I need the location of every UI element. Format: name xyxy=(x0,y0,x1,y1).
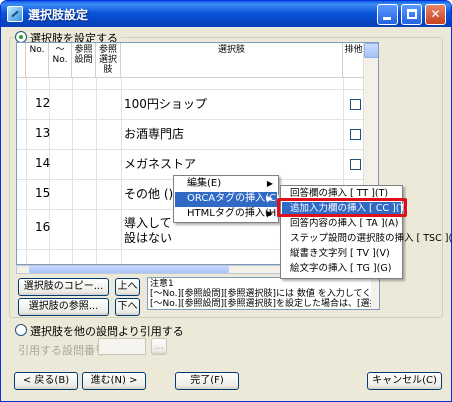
ref-number-label: 引用する設問番号: xyxy=(18,344,110,357)
choice-text-line2: 設はない xyxy=(124,231,173,245)
menu-item-label: 編集(E) xyxy=(187,178,222,189)
submenu-item-emoji[interactable]: 絵文字の挿入 [ TG ](G) xyxy=(282,262,401,277)
row-number: 13 xyxy=(35,126,51,140)
choice-text[interactable]: 100円ショップ xyxy=(124,95,207,112)
row-number: 14 xyxy=(35,156,51,170)
exclusive-checkbox[interactable] xyxy=(350,159,361,170)
header-no: No. xyxy=(26,43,49,78)
submenu-arrow-icon: ▶ xyxy=(266,194,273,203)
submenu-item-step-choice[interactable]: ステップ設問の選択肢の挿入 [ TSC ](S) xyxy=(282,232,451,247)
row-number: 12 xyxy=(35,96,51,110)
submenu-item-vertical-text[interactable]: 縦書き文字列 [ TV ](V) xyxy=(282,247,401,262)
scroll-up-button[interactable] xyxy=(364,43,378,58)
ref-choices-button[interactable]: 選択肢の参照... xyxy=(18,298,109,316)
submenu-arrow-icon: ▶ xyxy=(266,179,273,188)
ref-other-radio[interactable] xyxy=(15,324,27,336)
ref-other-label: 選択肢を他の設問より引用する xyxy=(30,325,184,338)
next-button[interactable]: 進む(N) > xyxy=(82,372,146,390)
minimize-button[interactable] xyxy=(377,4,398,25)
close-button[interactable]: ✕ xyxy=(425,4,446,25)
header-choice: 選択肢 xyxy=(121,43,343,78)
menu-item-orca-tag[interactable]: ORCAタグの挿入(C) ▶ xyxy=(175,192,280,207)
note-line-2: [〜No.][参照設問][参照選択肢]には 数値 を入力してくださ xyxy=(150,289,380,299)
note-line-3: [〜No.][参照設問][参照選択肢]を設定した場合は、[選択肢 xyxy=(150,299,380,309)
dialog-window: 選択肢設定 ✕ 選択肢を設定する No. 〜No. 参照設問 参照選択肢 選択肢… xyxy=(0,0,452,402)
submenu-item-answer-content[interactable]: 回答内容の挿入 [ TA ](A) xyxy=(282,217,401,232)
highlight-callout xyxy=(277,198,407,217)
exclusive-checkbox[interactable] xyxy=(350,99,361,110)
menu-item-edit[interactable]: 編集(E) ▶ xyxy=(175,177,277,192)
row-selector-header xyxy=(17,43,26,78)
table-row[interactable]: 12 100円ショップ xyxy=(17,90,378,120)
header-ref-question: 参照設問 xyxy=(72,43,96,78)
close-icon: ✕ xyxy=(430,7,441,21)
row-number: 15 xyxy=(35,186,51,200)
copy-choices-button[interactable]: 選択肢のコピー... xyxy=(18,278,109,296)
app-icon xyxy=(7,6,23,22)
maximize-icon xyxy=(407,9,417,19)
ref-number-input[interactable] xyxy=(98,338,146,355)
minimize-icon xyxy=(383,17,391,20)
table-row[interactable]: 13 お酒専門店 xyxy=(17,120,378,150)
context-menu: 編集(E) ▶ ORCAタグの挿入(C) ▶ HTMLタグの挿入(H) ▶ xyxy=(173,175,280,223)
window-title: 選択肢設定 xyxy=(28,8,89,22)
move-up-button[interactable]: 上へ xyxy=(115,278,140,296)
note-box: 注意1 [〜No.][参照設問][参照選択肢]には 数値 を入力してくださ [〜… xyxy=(147,277,380,310)
maximize-button[interactable] xyxy=(401,4,422,25)
choice-text[interactable]: その他 () xyxy=(124,185,173,202)
choice-text[interactable]: メガネストア xyxy=(124,155,196,172)
row-number: 16 xyxy=(35,220,51,234)
note-scrollbar[interactable] xyxy=(371,278,379,309)
choice-text[interactable]: お酒専門店 xyxy=(124,125,184,142)
menu-item-html-tag[interactable]: HTMLタグの挿入(H) ▶ xyxy=(175,207,280,222)
browse-button[interactable]: ... xyxy=(151,338,167,355)
header-range: 〜No. xyxy=(49,43,72,78)
cancel-button[interactable]: キャンセル(C) xyxy=(367,372,442,390)
submenu-arrow-icon: ▶ xyxy=(266,209,273,218)
table-row-partial xyxy=(17,78,378,90)
back-button[interactable]: < 戻る(B) xyxy=(14,372,78,390)
title-bar[interactable]: 選択肢設定 ✕ xyxy=(1,1,451,27)
exclusive-checkbox[interactable] xyxy=(350,129,361,140)
header-exclusive: 排他 xyxy=(343,43,365,78)
header-ref-choice: 参照選択肢 xyxy=(96,43,121,78)
move-down-button[interactable]: 下へ xyxy=(115,298,140,316)
note-line-1: 注意1 xyxy=(150,279,174,289)
horizontal-scroll-thumb[interactable] xyxy=(29,266,229,273)
finish-button[interactable]: 完了(F) xyxy=(175,372,239,390)
